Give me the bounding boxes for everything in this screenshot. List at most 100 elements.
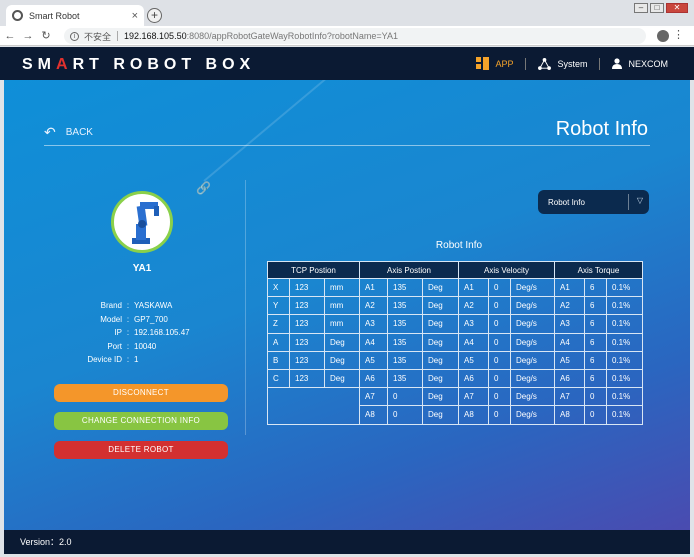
window-close-icon[interactable]: ✕ xyxy=(666,3,688,13)
prop-row: Model: GP7_700 xyxy=(64,313,190,327)
address-bar: ← → ↻ i 不安全 192.168.105.50:8080/appRobot… xyxy=(0,26,694,46)
prop-colon: : xyxy=(126,328,130,338)
user-icon xyxy=(612,58,623,69)
axis-torque-cell: 0 xyxy=(584,405,607,425)
url-path: :8080/appRobotGateWayRobotInfo?robotName… xyxy=(186,31,398,41)
tab-favicon-icon xyxy=(12,10,23,21)
axis-position-cell: 135 xyxy=(387,350,423,370)
prop-key: Model xyxy=(100,314,122,324)
axis-torque-cell: A7 xyxy=(554,387,585,407)
profile-icon[interactable] xyxy=(657,30,669,42)
kebab-menu-icon[interactable]: ⋮ xyxy=(673,28,684,41)
new-tab-button[interactable]: + xyxy=(147,8,162,23)
axis-position-cell: Deg xyxy=(422,314,459,334)
tcp-cell: mm xyxy=(324,314,360,334)
header-divider xyxy=(599,57,601,70)
prop-key: Port xyxy=(107,341,122,351)
tcp-cell: Z xyxy=(267,314,290,334)
tcp-cell: 123 xyxy=(289,277,325,298)
prop-key: Brand xyxy=(100,301,122,311)
reload-icon[interactable]: ↻ xyxy=(38,29,54,42)
header-axis-velocity: Axis Velocity xyxy=(458,261,555,279)
axis-position-cell: A5 xyxy=(359,350,388,370)
axis-torque-cell: 0.1% xyxy=(606,350,643,370)
axis-torque-cell: 0.1% xyxy=(606,405,643,425)
browser-tab[interactable]: Smart Robot × xyxy=(6,5,144,26)
back-label: BACK xyxy=(65,127,93,138)
prop-key: IP xyxy=(114,328,122,338)
axis-position-cell: A7 xyxy=(359,387,388,407)
back-link[interactable]: ↶ BACK xyxy=(44,124,93,141)
axis-velocity-cell: A1 xyxy=(458,277,489,298)
axis-velocity-cell: A6 xyxy=(458,368,489,389)
axis-velocity-cell: A8 xyxy=(458,405,489,425)
prop-colon: : xyxy=(126,341,130,351)
axis-velocity-cell: 0 xyxy=(488,296,511,316)
nav-system[interactable]: System xyxy=(538,57,587,70)
axis-velocity-cell: A7 xyxy=(458,387,489,407)
minimize-icon[interactable]: – xyxy=(634,3,648,13)
delete-robot-button[interactable]: DELETE ROBOT xyxy=(54,441,228,459)
forward-arrow-icon[interactable]: → xyxy=(20,30,36,42)
tcp-cell: mm xyxy=(324,277,360,298)
disconnect-button[interactable]: DISCONNECT xyxy=(54,384,228,402)
axis-position-cell: A2 xyxy=(359,296,388,316)
info-icon[interactable]: i xyxy=(70,31,79,41)
maximize-icon[interactable]: □ xyxy=(650,3,664,13)
axis-torque-cell: A4 xyxy=(554,332,585,352)
axis-velocity-cell: A5 xyxy=(458,350,489,370)
url-input[interactable]: i 不安全 192.168.105.50:8080/appRobotGateWa… xyxy=(64,28,646,44)
change-connection-info-button[interactable]: CHANGE CONNECTION INFO xyxy=(54,412,228,430)
prop-row: Brand: YASKAWA xyxy=(64,299,190,313)
info-type-select[interactable]: Robot Info ▽ xyxy=(538,190,649,214)
axis-position-cell: 135 xyxy=(387,277,423,298)
axis-torque-cell: A2 xyxy=(554,296,585,316)
axis-velocity-cell: Deg/s xyxy=(510,296,555,316)
axis-torque-cell: 6 xyxy=(584,350,607,370)
table-row: Z 123 mm A3 135 Deg A3 0 Deg/s A3 6 0.1% xyxy=(267,314,643,334)
axis-velocity-cell: A3 xyxy=(458,314,489,334)
axis-position-cell: Deg xyxy=(422,368,459,389)
back-arrow-icon[interactable]: ← xyxy=(2,30,18,42)
tab-close-icon[interactable]: × xyxy=(132,10,138,22)
tcp-cell: Deg xyxy=(324,350,360,370)
robot-arm-icon xyxy=(132,202,159,244)
axis-position-cell: 135 xyxy=(387,332,423,352)
select-value: Robot Info xyxy=(548,197,585,207)
insecure-label: 不安全 xyxy=(84,31,112,42)
table-row: A7 0 Deg A7 0 Deg/s A7 0 0.1% xyxy=(267,387,643,425)
axis-torque-cell: 0.1% xyxy=(606,387,643,407)
header-nav: APP System NEXCOM xyxy=(476,57,668,70)
axis-velocity-cell: A4 xyxy=(458,332,489,352)
logo-text-end: RT ROBOT BOX xyxy=(72,56,256,73)
axis-torque-cell: 0.1% xyxy=(606,314,643,334)
axis-position-cell: 135 xyxy=(387,368,423,389)
axis-torque-cell: 6 xyxy=(584,277,607,298)
nav-app[interactable]: APP xyxy=(476,57,513,70)
axis-velocity-cell: 0 xyxy=(488,368,511,389)
connection-link-icon[interactable]: 🔗 xyxy=(196,181,211,195)
tcp-cell: 123 xyxy=(289,332,325,352)
browser-tab-bar: Smart Robot × + – □ ✕ xyxy=(0,0,694,26)
nav-user[interactable]: NEXCOM xyxy=(612,58,668,69)
tcp-cell: Y xyxy=(267,296,290,316)
table-body: X 123 mm A1 135 Deg A1 0 Deg/s A1 6 0.1% Y 123 mm A2 135… xyxy=(267,277,643,425)
axis-position-cell: Deg xyxy=(422,350,459,370)
axis-velocity-cell: 0 xyxy=(488,277,511,298)
prop-colon: : xyxy=(126,355,130,365)
nav-app-label: APP xyxy=(495,58,514,69)
main-panel: ↶ BACK Robot Info 🔗 Y A1 Brand: YASKAWA Mo… xyxy=(4,80,690,530)
axis-velocity-cell: Deg/s xyxy=(510,405,555,425)
prop-key: Device ID xyxy=(87,355,122,365)
title-divider xyxy=(44,145,650,146)
back-curve-arrow-icon: ↶ xyxy=(44,124,56,140)
axis-torque-cell: A8 xyxy=(554,405,585,425)
prop-colon: : xyxy=(126,301,130,311)
table-row: Y 123 mm A2 135 Deg A2 0 Deg/s A2 6 0.1% xyxy=(267,296,643,316)
url-host: 192.168.105.50 xyxy=(124,31,187,41)
url-text: 192.168.105.50:8080/appRobotGateWayRobot… xyxy=(124,31,398,41)
tcp-cell: Deg xyxy=(324,368,360,389)
prop-value: 10040 xyxy=(134,341,157,351)
axis-position-cell: Deg xyxy=(422,277,459,298)
axis-position-cell: Deg xyxy=(422,405,459,425)
